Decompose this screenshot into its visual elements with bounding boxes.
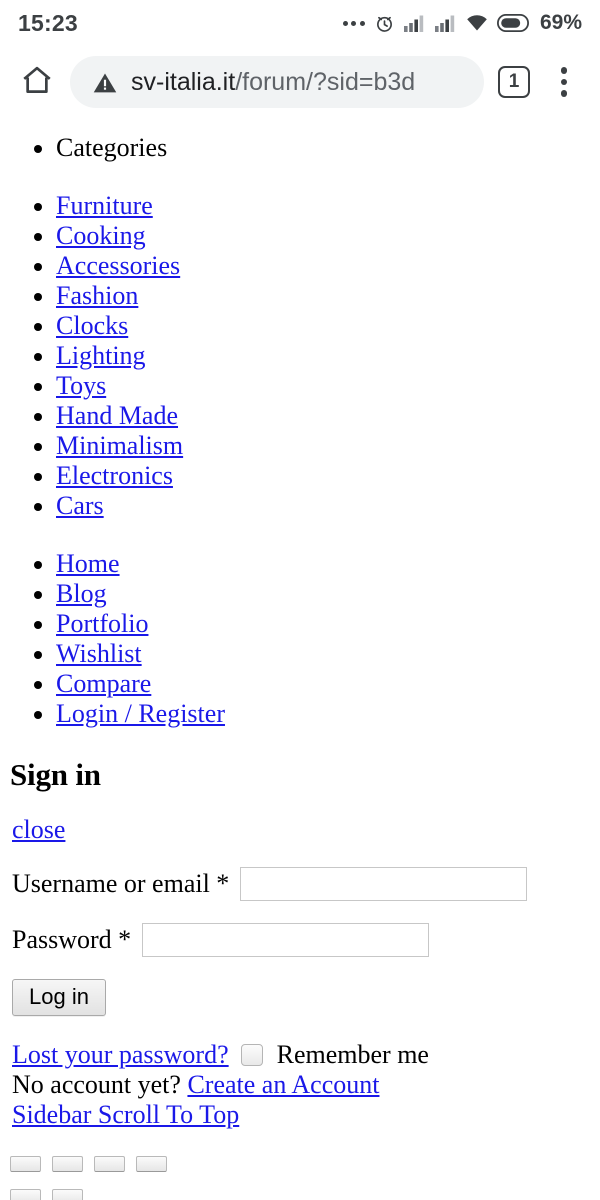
status-bar: 15:23 69% <box>0 0 600 46</box>
social-login-button[interactable] <box>10 1189 41 1200</box>
battery-icon <box>496 14 529 32</box>
category-link-fashion[interactable]: Fashion <box>56 281 138 310</box>
warning-triangle-icon[interactable] <box>92 70 117 94</box>
social-button-row-2 <box>10 1189 600 1200</box>
list-item: Lighting <box>56 341 600 371</box>
list-item: Categories <box>56 133 600 165</box>
nav-link-wishlist[interactable]: Wishlist <box>56 639 142 668</box>
sidebar-scroll-row: Sidebar Scroll To Top <box>12 1100 600 1130</box>
list-item: Furniture <box>56 191 600 221</box>
sidebar-scroll-to-top-link[interactable]: Sidebar Scroll To Top <box>12 1100 239 1129</box>
category-link-furniture[interactable]: Furniture <box>56 191 153 220</box>
category-link-cooking[interactable]: Cooking <box>56 221 146 250</box>
category-link-minimalism[interactable]: Minimalism <box>56 431 183 460</box>
overflow-menu-icon <box>560 67 568 74</box>
url-bar[interactable]: sv-italia.it/forum/?sid=b3d <box>70 56 484 108</box>
browser-toolbar: sv-italia.it/forum/?sid=b3d 1 <box>0 46 600 125</box>
tab-switcher-button[interactable]: 1 <box>492 60 536 104</box>
social-login-button[interactable] <box>136 1156 167 1172</box>
login-button[interactable]: Log in <box>12 979 106 1016</box>
wifi-icon <box>466 14 488 32</box>
sign-in-footer: Lost your password? Remember me No accou… <box>12 1040 600 1130</box>
create-account-link[interactable]: Create an Account <box>187 1070 379 1099</box>
list-item: Cooking <box>56 221 600 251</box>
list-item: Fashion <box>56 281 600 311</box>
password-label: Password * <box>12 925 132 954</box>
category-link-cars[interactable]: Cars <box>56 491 104 520</box>
status-icons: 69% <box>342 11 582 35</box>
category-list: Furniture Cooking Accessories Fashion Cl… <box>0 165 600 521</box>
category-link-lighting[interactable]: Lighting <box>56 341 146 370</box>
category-link-clocks[interactable]: Clocks <box>56 311 128 340</box>
lost-password-link[interactable]: Lost your password? <box>12 1040 229 1070</box>
remember-me-checkbox[interactable] <box>240 1044 263 1066</box>
nav-link-login-register[interactable]: Login / Register <box>56 699 225 728</box>
list-item: Cars <box>56 491 600 521</box>
social-login-button[interactable] <box>52 1189 83 1200</box>
home-button[interactable] <box>10 55 64 109</box>
page-link-list: Home Blog Portfolio Wishlist Compare Log… <box>0 521 600 729</box>
social-button-row-1 <box>10 1156 600 1172</box>
status-time: 15:23 <box>18 9 78 36</box>
category-link-accessories[interactable]: Accessories <box>56 251 180 280</box>
social-login-button[interactable] <box>52 1156 83 1172</box>
url-host: sv-italia.it <box>131 67 236 96</box>
page-content: Categories Furniture Cooking Accessories… <box>0 118 600 1200</box>
login-button-row: Log in <box>0 957 600 1016</box>
create-account-row: No account yet? Create an Account <box>12 1070 600 1100</box>
nav-link-blog[interactable]: Blog <box>56 579 107 608</box>
close-link[interactable]: close <box>12 815 65 844</box>
list-item: Login / Register <box>56 699 600 729</box>
nav-link-portfolio[interactable]: Portfolio <box>56 609 148 638</box>
url-path: /forum/?sid=b3d <box>235 67 416 96</box>
list-item: Accessories <box>56 251 600 281</box>
list-item: Electronics <box>56 461 600 491</box>
signal-icon-sim1 <box>403 15 426 32</box>
list-item: Clocks <box>56 311 600 341</box>
url-text[interactable]: sv-italia.it/forum/?sid=b3d <box>131 68 415 97</box>
password-row: Password * <box>12 923 600 957</box>
category-link-electronics[interactable]: Electronics <box>56 461 173 490</box>
list-item: Home <box>56 549 600 579</box>
no-account-text: No account yet? <box>12 1070 181 1099</box>
close-row: close <box>12 815 600 845</box>
username-row: Username or email * <box>12 867 600 901</box>
list-item: Blog <box>56 579 600 609</box>
social-login-button[interactable] <box>10 1156 41 1172</box>
tab-count: 1 <box>498 66 530 98</box>
signal-icon-sim2 <box>434 15 457 32</box>
more-dots-icon <box>342 20 365 26</box>
home-icon <box>20 63 54 102</box>
categories-heading-list: Categories <box>0 118 600 165</box>
remember-me-row: Lost your password? Remember me <box>12 1040 600 1070</box>
list-item: Minimalism <box>56 431 600 461</box>
nav-link-compare[interactable]: Compare <box>56 669 151 698</box>
list-item: Wishlist <box>56 639 600 669</box>
sign-in-heading: Sign in <box>10 757 101 792</box>
nav-link-home[interactable]: Home <box>56 549 120 578</box>
list-item: Portfolio <box>56 609 600 639</box>
categories-heading: Categories <box>56 133 168 162</box>
list-item: Hand Made <box>56 401 600 431</box>
list-item: Compare <box>56 669 600 699</box>
overflow-menu-button[interactable] <box>542 58 586 106</box>
category-link-toys[interactable]: Toys <box>56 371 106 400</box>
alarm-icon <box>374 13 395 34</box>
social-login-button[interactable] <box>94 1156 125 1172</box>
remember-me-label: Remember me <box>276 1040 429 1069</box>
password-input[interactable] <box>142 923 430 957</box>
battery-percent: 69% <box>539 11 582 34</box>
username-label: Username or email * <box>12 869 230 898</box>
username-input[interactable] <box>240 867 528 901</box>
list-item: Toys <box>56 371 600 401</box>
category-link-hand-made[interactable]: Hand Made <box>56 401 178 430</box>
